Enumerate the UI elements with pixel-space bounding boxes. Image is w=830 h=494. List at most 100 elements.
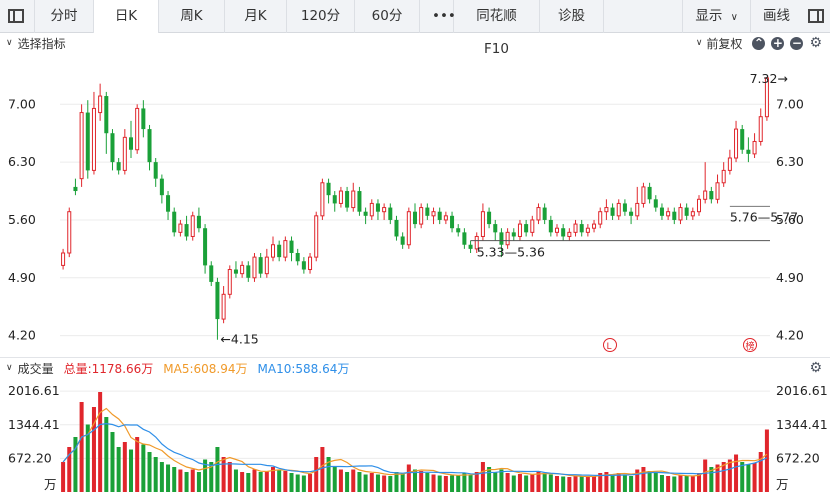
volume-bar: [548, 474, 553, 492]
candle-body: [468, 244, 473, 249]
volume-bar: [487, 467, 492, 492]
volume-bar: [79, 402, 84, 492]
price-tick-left: 5.60: [8, 212, 36, 227]
candle-body: [332, 195, 337, 204]
high-label: 7.32→: [750, 71, 788, 86]
candle-body: [419, 207, 424, 225]
candle-body: [542, 207, 547, 220]
candle-body: [647, 186, 652, 200]
candle-body: [289, 240, 294, 253]
candle-body: [721, 169, 726, 184]
volume-bar: [653, 473, 658, 492]
price-tick-left: 7.00: [8, 96, 36, 111]
volume-bar: [394, 472, 399, 492]
candle-body: [369, 202, 374, 217]
volume-bar: [357, 472, 362, 492]
candlestick-chart[interactable]: 7.00 7.006.30 6.305.60 5.604.90 4.904.20 4.20…: [0, 53, 830, 357]
volume-bar: [406, 464, 411, 492]
display-menu-button[interactable]: 显示 ∨: [682, 0, 750, 33]
volume-bar: [419, 471, 424, 492]
volume-bar: [431, 474, 436, 492]
zoom-out-icon[interactable]: −: [790, 36, 804, 50]
candle-body: [604, 207, 609, 213]
volume-bar: [289, 473, 294, 492]
candle-body: [554, 227, 560, 233]
candle-body: [85, 112, 90, 171]
chevron-down-icon: ∨: [730, 11, 738, 23]
fold-up-icon[interactable]: ⌃: [752, 36, 766, 50]
gear-icon[interactable]: ⚙: [809, 35, 822, 51]
candle-body: [338, 190, 343, 204]
tab-0[interactable]: 分时: [34, 0, 94, 33]
volume-bar: [128, 449, 134, 492]
candle-body: [326, 182, 331, 196]
select-indicator-button[interactable]: 选择指标: [18, 35, 66, 52]
period-toolbar: 分时 日K 周K 月K 120分 60分 ••• 同花顺F10 诊股 显示 ∨ 画线: [0, 0, 830, 57]
tab-6[interactable]: •••: [420, 0, 456, 33]
volume-bar: [233, 469, 238, 492]
price-tick-right: 6.30: [776, 154, 804, 169]
candle-body: [166, 195, 171, 212]
right-panel-toggle-icon[interactable]: [808, 9, 824, 23]
candle-body: [98, 95, 103, 114]
candle-body: [190, 215, 195, 237]
volume-bar: [672, 476, 677, 492]
tab-2[interactable]: 周K: [159, 0, 225, 33]
candle-body: [227, 269, 232, 295]
candle-body: [128, 137, 134, 150]
volume-tick-right: 1344.41: [776, 417, 828, 432]
candle-body: [641, 186, 646, 204]
volume-bar: [283, 471, 288, 492]
volume-ma10: MA10:588.64万: [257, 361, 350, 376]
period-tabs: 分时 日K 周K 月K 120分 60分 ••• 同花顺F10 诊股: [34, 0, 604, 57]
volume-tick-right: 2016.61: [776, 383, 828, 398]
volume-bar: [61, 462, 66, 492]
volume-bar: [196, 472, 201, 492]
chevron-down-icon[interactable]: ∨: [6, 363, 13, 373]
volume-chart[interactable]: 2016.61 2016.61 1344.41 1344.41 672.20 672.20…: [0, 377, 830, 494]
volume-ma5: MA5:608.94万: [163, 361, 248, 376]
volume-unit-right: 万: [776, 477, 789, 492]
tab-5[interactable]: 60分: [355, 0, 420, 33]
gear-icon[interactable]: ⚙: [809, 360, 822, 376]
volume-total: 总量:1178.66万: [63, 361, 154, 376]
tab-4[interactable]: 120分: [287, 0, 355, 33]
candle-body: [283, 240, 288, 258]
low-label: ←4.15: [220, 332, 258, 347]
candle-body: [622, 203, 627, 212]
display-label: 显示: [695, 7, 723, 24]
volume-bar: [505, 473, 510, 492]
candle-body: [598, 211, 603, 225]
volume-bar: [585, 477, 590, 492]
volume-bar: [141, 444, 146, 492]
chevron-down-icon[interactable]: ∨: [696, 38, 703, 48]
chevron-down-icon[interactable]: ∨: [6, 38, 13, 48]
left-panel-toggle-icon[interactable]: [8, 9, 24, 23]
volume-bar: [338, 469, 343, 492]
volume-bar: [135, 437, 140, 492]
volume-bar: [499, 469, 504, 492]
adjust-mode-button[interactable]: 前复权: [706, 35, 742, 52]
candle-body: [308, 256, 313, 271]
draw-line-button[interactable]: 画线: [750, 0, 802, 33]
volume-bar: [345, 472, 350, 492]
candle-body: [178, 223, 183, 233]
tab-8[interactable]: 诊股: [540, 0, 604, 33]
support-label-2: 5.76—5.77: [730, 209, 798, 224]
volume-bar: [443, 476, 448, 492]
volume-bar: [752, 463, 757, 492]
tab-3[interactable]: 月K: [225, 0, 287, 33]
tab-1[interactable]: 日K: [94, 0, 159, 33]
candle-body: [690, 211, 695, 217]
candle-body: [264, 256, 269, 275]
event-marker-text: L: [607, 342, 612, 352]
candle-body: [301, 261, 306, 270]
tab-7[interactable]: 同花顺F10: [454, 0, 540, 57]
candle-body: [246, 265, 251, 278]
candle-body: [629, 211, 634, 216]
candle-body: [425, 207, 430, 216]
candle-body: [443, 215, 448, 221]
zoom-in-icon[interactable]: +: [771, 36, 785, 50]
candle-body: [196, 215, 201, 229]
volume-bar: [746, 464, 751, 492]
